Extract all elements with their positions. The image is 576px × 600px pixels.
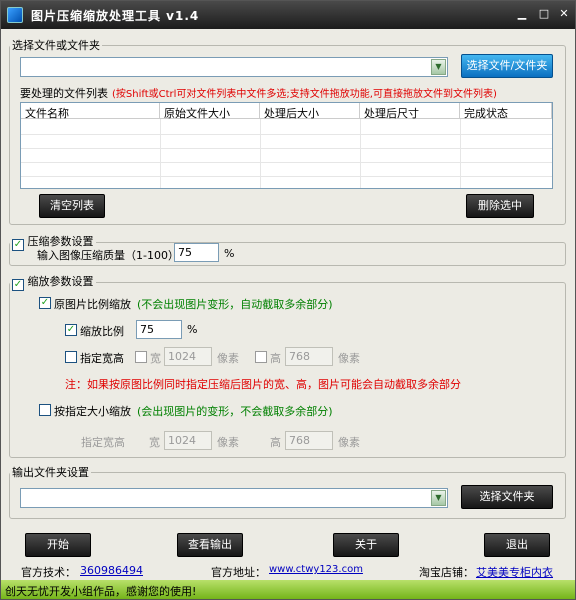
- close-icon[interactable]: ✕: [557, 7, 571, 21]
- window-title: 图片压缩缩放处理工具 v1.4: [31, 8, 200, 23]
- custom-height-input[interactable]: 768: [285, 347, 333, 366]
- keep-ratio-hint: (不会出现图片变形，自动截取多余部分): [137, 298, 333, 311]
- custom-height-unit: 像素: [338, 352, 360, 365]
- grid-line: [21, 148, 552, 149]
- compress-checkbox[interactable]: ✓: [12, 239, 24, 251]
- grid-line: [360, 119, 361, 188]
- exact-height-label: 高: [270, 436, 281, 449]
- quality-label: 输入图像压缩质量（1-100）:: [37, 249, 183, 262]
- support-qq-link[interactable]: 360986494: [80, 564, 143, 577]
- grid-line: [21, 134, 552, 135]
- grid-line: [460, 119, 461, 188]
- grid-line: [21, 162, 552, 163]
- quality-input[interactable]: 75: [174, 243, 219, 262]
- keep-ratio-checkbox[interactable]: ✓: [39, 297, 51, 309]
- exact-width-label: 宽: [149, 436, 160, 449]
- quality-percent: %: [224, 247, 235, 260]
- column-header-processed-size[interactable]: 处理后大小: [260, 103, 360, 120]
- custom-size-checkbox[interactable]: [65, 351, 77, 363]
- choose-output-folder-button[interactable]: 选择文件夹: [461, 485, 553, 509]
- file-list-table[interactable]: 文件名称 原始文件大小 处理后大小 处理后尺寸 完成状态: [20, 102, 553, 189]
- column-header-status[interactable]: 完成状态: [460, 103, 552, 120]
- output-settings-legend: 输出文件夹设置: [12, 466, 89, 479]
- site-link[interactable]: www.ctwy123.com: [269, 564, 363, 575]
- column-header-original-size[interactable]: 原始文件大小: [160, 103, 260, 120]
- scale-legend-label: 缩放参数设置: [27, 275, 94, 288]
- app-icon: [7, 7, 23, 23]
- view-output-button[interactable]: 查看输出: [177, 533, 243, 557]
- scale-ratio-unit: %: [187, 323, 198, 336]
- clear-list-button[interactable]: 清空列表: [39, 194, 105, 218]
- output-path-combo[interactable]: ▼: [20, 488, 448, 508]
- custom-width-unit: 像素: [217, 352, 239, 365]
- about-button[interactable]: 关于: [333, 533, 399, 557]
- custom-height-checkbox[interactable]: [255, 351, 267, 363]
- exact-height-unit: 像素: [338, 436, 360, 449]
- choose-file-button[interactable]: 选择文件/文件夹: [461, 54, 553, 78]
- grid-line: [160, 119, 161, 188]
- custom-width-checkbox[interactable]: [135, 351, 147, 363]
- grid-line: [260, 119, 261, 188]
- file-list-label: 要处理的文件列表: [20, 87, 108, 100]
- scale-ratio-input[interactable]: 75: [136, 320, 182, 339]
- shop-label: 淘宝店铺：: [419, 566, 474, 579]
- custom-size-label[interactable]: 指定宽高: [80, 350, 124, 366]
- maximize-icon[interactable]: □: [537, 7, 551, 21]
- keep-ratio-label[interactable]: 原图片比例缩放: [54, 296, 131, 312]
- exact-size-label[interactable]: 按指定大小缩放: [54, 403, 131, 419]
- exact-size-checkbox[interactable]: [39, 404, 51, 416]
- scale-ratio-checkbox[interactable]: ✓: [65, 324, 77, 336]
- start-button[interactable]: 开始: [25, 533, 91, 557]
- scale-note: 注：如果按原图比例同时指定压缩后图片的宽、高，图片可能会自动截取多余部分: [65, 378, 461, 391]
- site-label: 官方地址：: [211, 566, 266, 579]
- exit-button[interactable]: 退出: [484, 533, 550, 557]
- column-header-processed-dimensions[interactable]: 处理后尺寸: [360, 103, 460, 120]
- chevron-down-icon[interactable]: ▼: [431, 490, 446, 506]
- custom-width-input[interactable]: 1024: [164, 347, 212, 366]
- select-files-legend: 选择文件或文件夹: [12, 39, 100, 52]
- column-header-name[interactable]: 文件名称: [21, 103, 160, 120]
- exact-size-hint: (会出现图片的变形，不会截取多余部分): [137, 405, 333, 418]
- status-bar: 创天无忧开发小组作品，感谢您的使用!: [1, 580, 575, 599]
- exact-width-input[interactable]: 1024: [164, 431, 212, 450]
- custom-width-label: 宽: [150, 352, 161, 365]
- delete-selected-button[interactable]: 删除选中: [466, 194, 534, 218]
- support-label: 官方技术：: [21, 566, 76, 579]
- exact-dims-label: 指定宽高: [81, 436, 125, 449]
- exact-width-unit: 像素: [217, 436, 239, 449]
- shop-link[interactable]: 艾美美专柜内衣: [476, 564, 553, 580]
- grid-line: [21, 176, 552, 177]
- custom-height-label: 高: [270, 352, 281, 365]
- source-path-combo[interactable]: ▼: [20, 57, 448, 77]
- chevron-down-icon[interactable]: ▼: [431, 59, 446, 75]
- app-window: 图片压缩缩放处理工具 v1.4 ▁ □ ✕ 选择文件或文件夹 ▼ 选择文件/文件…: [0, 0, 576, 600]
- file-list-hint: (按Shift或Ctrl可对文件列表中文件多选;支持文件拖放功能,可直接拖放文件…: [112, 89, 497, 100]
- exact-height-input[interactable]: 768: [285, 431, 333, 450]
- minimize-icon[interactable]: ▁: [515, 7, 529, 21]
- title-bar[interactable]: 图片压缩缩放处理工具 v1.4 ▁ □ ✕: [1, 1, 575, 29]
- scale-checkbox[interactable]: ✓: [12, 279, 24, 291]
- scale-ratio-label[interactable]: 缩放比例: [80, 323, 124, 339]
- scale-settings-legend: ✓ 缩放参数设置: [10, 273, 96, 291]
